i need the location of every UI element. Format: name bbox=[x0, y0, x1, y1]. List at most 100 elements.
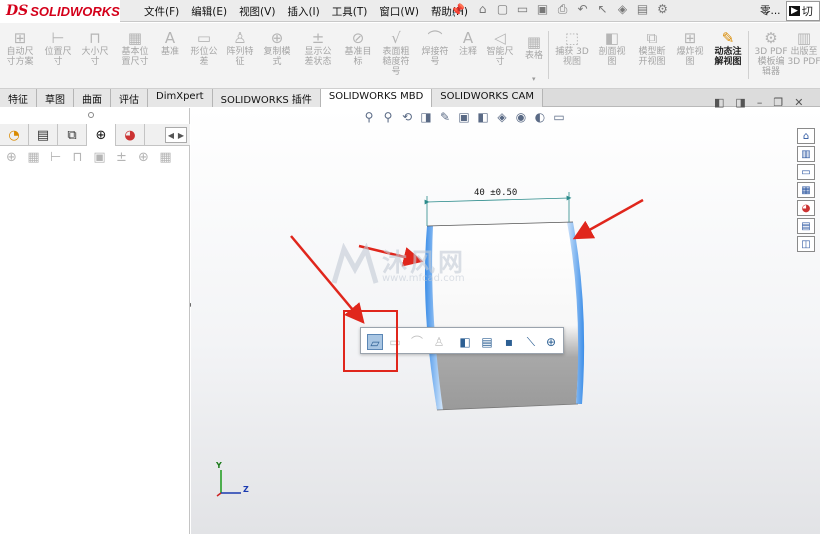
dynamic-annotation-views-button[interactable]: ✎ 动态注 解视图 bbox=[708, 29, 748, 67]
capture-3d-view-button[interactable]: ⬚ 捕获 3D 视图 bbox=[552, 29, 592, 67]
origin-icon[interactable]: ⊕ bbox=[543, 334, 559, 350]
datum-target-icon: ⊘ bbox=[351, 29, 365, 47]
arrow-left-icon[interactable]: ◀ bbox=[168, 131, 174, 140]
tab-solidworks-mbd[interactable]: SOLIDWORKS MBD bbox=[320, 89, 433, 107]
triad-y-label: Y bbox=[216, 461, 222, 470]
quick-access-overflow[interactable]: 零... bbox=[760, 3, 781, 18]
copy-scheme-tool-icon[interactable]: ⊢ bbox=[46, 150, 65, 165]
section-view-icon: ◧ bbox=[604, 29, 620, 47]
panel-scroll-arrows[interactable]: ◀ ▶ bbox=[165, 127, 187, 143]
separator bbox=[548, 31, 549, 79]
select-icon[interactable]: ↖ bbox=[594, 2, 611, 17]
hide-body-icon[interactable]: ⌒ bbox=[409, 334, 425, 350]
save-icon[interactable]: ▣ bbox=[534, 2, 551, 17]
configuration-manager-tab-icon[interactable]: ⧉ bbox=[58, 124, 87, 146]
weld-symbol-icon: ⌒ bbox=[427, 29, 443, 47]
panel-tabs: ◔ ▤ ⧉ ⊕ ◕ bbox=[0, 124, 190, 146]
pin-menu-icon[interactable]: 📌 bbox=[450, 3, 465, 17]
solidworks-resources-icon[interactable]: ⌂ bbox=[797, 128, 815, 144]
property-manager-tab-icon[interactable]: ▤ bbox=[29, 124, 58, 146]
open-document-icon[interactable]: ▭ bbox=[514, 2, 531, 17]
dimension-value[interactable]: 40 ±0.50 bbox=[474, 188, 517, 198]
menu-window[interactable]: 窗口(W) bbox=[373, 3, 425, 20]
line-icon[interactable]: ⟍ bbox=[523, 334, 539, 350]
panel-handle-icon[interactable] bbox=[88, 112, 94, 118]
forum-icon[interactable]: ◫ bbox=[797, 236, 815, 252]
undo-icon[interactable]: ↶ bbox=[574, 2, 591, 17]
publish-3d-pdf-button[interactable]: ▥ 出版至 3D PDF bbox=[784, 29, 820, 67]
home-icon[interactable]: ⌂ bbox=[474, 2, 491, 17]
menu-insert[interactable]: 插入(I) bbox=[281, 3, 325, 20]
pattern-feature-button[interactable]: ♙ 阵列特 征 bbox=[220, 29, 260, 67]
tab-solidworks-addins[interactable]: SOLIDWORKS 插件 bbox=[212, 89, 321, 107]
new-document-icon[interactable]: ▢ bbox=[494, 2, 511, 17]
search-box[interactable]: ▶ 切 bbox=[786, 1, 820, 21]
tab-features[interactable]: 特征 bbox=[0, 89, 37, 107]
appearance-icon[interactable]: ♙ bbox=[431, 334, 447, 350]
model-view[interactable] bbox=[191, 108, 820, 534]
surface-finish-button[interactable]: √ 表面粗 糙度符 号 bbox=[376, 29, 416, 77]
command-label: 大小尺 寸 bbox=[81, 47, 109, 67]
pattern-tool-icon[interactable]: ± bbox=[112, 150, 131, 165]
datum-tool-icon[interactable]: ▣ bbox=[90, 150, 109, 165]
exploded-view-button[interactable]: ⊞ 爆炸视 图 bbox=[670, 29, 710, 67]
auto-dimension-scheme-button[interactable]: ⊞ 自动尺 寸方案 bbox=[0, 29, 40, 67]
solidworks-logo[interactable]: DS SOLIDWORKS bbox=[0, 0, 120, 22]
table-dropdown-chevron-icon[interactable]: ▾ bbox=[532, 75, 536, 83]
view-palette-icon[interactable]: ▦ bbox=[797, 182, 815, 198]
menu-tools[interactable]: 工具(T) bbox=[326, 3, 374, 20]
capture-3d-view-icon: ⬚ bbox=[564, 29, 580, 47]
command-label: 捕获 3D 视图 bbox=[555, 47, 589, 67]
size-dimension-button[interactable]: ⊓ 大小尺 寸 bbox=[75, 29, 115, 67]
tab-dimxpert[interactable]: DimXpert bbox=[148, 89, 213, 107]
auto-dimension-tool-icon[interactable]: ⊕ bbox=[2, 150, 21, 165]
design-library-icon[interactable]: ▥ bbox=[797, 146, 815, 162]
arrow-right-icon[interactable]: ▶ bbox=[178, 131, 184, 140]
3d-pdf-template-icon: ⚙ bbox=[764, 29, 778, 47]
feature-manager-tab-icon[interactable]: ◔ bbox=[0, 124, 29, 146]
show-tolerance-status-icon: ± bbox=[311, 29, 325, 47]
rebuild-icon[interactable]: ◈ bbox=[614, 2, 631, 17]
location-dimension-button[interactable]: ⊢ 位置尺 寸 bbox=[38, 29, 78, 67]
align-icon[interactable]: ▤ bbox=[479, 334, 495, 350]
annotation-arrow-right bbox=[572, 198, 644, 240]
model-break-view-button[interactable]: ⧉ 模型断 开视图 bbox=[632, 29, 672, 67]
menu-edit[interactable]: 编辑(E) bbox=[185, 3, 233, 20]
appearances-icon[interactable]: ◕ bbox=[797, 200, 815, 216]
panel-toolbar: ⊕ ▦ ⊢ ⊓ ▣ ± ⊕ ▦ bbox=[0, 150, 175, 165]
quick-access-toolbar: ⌂ ▢ ▭ ▣ ⎙ ↶ ↖ ◈ ▤ ⚙ bbox=[474, 2, 671, 17]
print-icon[interactable]: ⎙ bbox=[554, 2, 571, 17]
menu-view[interactable]: 视图(V) bbox=[233, 3, 281, 20]
tolerance-tool-icon[interactable]: ⊓ bbox=[68, 150, 87, 165]
feature-tool-icon[interactable]: ⊕ bbox=[134, 150, 153, 165]
triad-x-axis bbox=[216, 492, 222, 497]
tab-evaluate[interactable]: 评估 bbox=[111, 89, 148, 107]
command-label: 出版至 3D PDF bbox=[787, 47, 820, 67]
custom-properties-icon[interactable]: ▤ bbox=[797, 218, 815, 234]
dimxpert-manager-tab-icon[interactable]: ⊕ bbox=[87, 124, 116, 146]
dimension-line bbox=[424, 195, 572, 205]
tab-surfaces[interactable]: 曲面 bbox=[74, 89, 111, 107]
location-dimension-icon: ⊢ bbox=[51, 29, 65, 47]
tab-sketch[interactable]: 草图 bbox=[37, 89, 74, 107]
command-label: 复制模 式 bbox=[263, 47, 291, 67]
display-manager-tab-icon[interactable]: ◕ bbox=[116, 124, 145, 146]
auto-dimension-scheme-icon: ⊞ bbox=[13, 29, 27, 47]
options-gear-icon[interactable]: ⚙ bbox=[654, 2, 671, 17]
section-view-button[interactable]: ◧ 剖面视 图 bbox=[592, 29, 632, 67]
show-tolerance-tool-icon[interactable]: ▦ bbox=[24, 150, 43, 165]
file-properties-icon[interactable]: ▤ bbox=[634, 2, 651, 17]
pattern-feature-icon: ♙ bbox=[233, 29, 247, 47]
show-tolerance-status-button[interactable]: ± 显示公 差状态 bbox=[298, 29, 338, 67]
size-dimension-icon: ⊓ bbox=[89, 29, 101, 47]
title-bar: DS SOLIDWORKS 文件(F) 编辑(E) 视图(V) 插入(I) 工具… bbox=[0, 0, 820, 22]
copy-scheme-button[interactable]: ⊕ 复制模 式 bbox=[257, 29, 297, 67]
point-icon[interactable]: ▪ bbox=[501, 334, 517, 350]
menu-file[interactable]: 文件(F) bbox=[138, 3, 185, 20]
file-explorer-icon[interactable]: ▭ bbox=[797, 164, 815, 180]
datum-target-button[interactable]: ⊘ 基准目 标 bbox=[338, 29, 378, 67]
geometry-tool-icon[interactable]: ▦ bbox=[156, 150, 175, 165]
copy-scheme-icon: ⊕ bbox=[270, 29, 284, 47]
parallel-icon[interactable]: ◧ bbox=[457, 334, 473, 350]
tab-solidworks-cam[interactable]: SOLIDWORKS CAM bbox=[432, 89, 543, 107]
